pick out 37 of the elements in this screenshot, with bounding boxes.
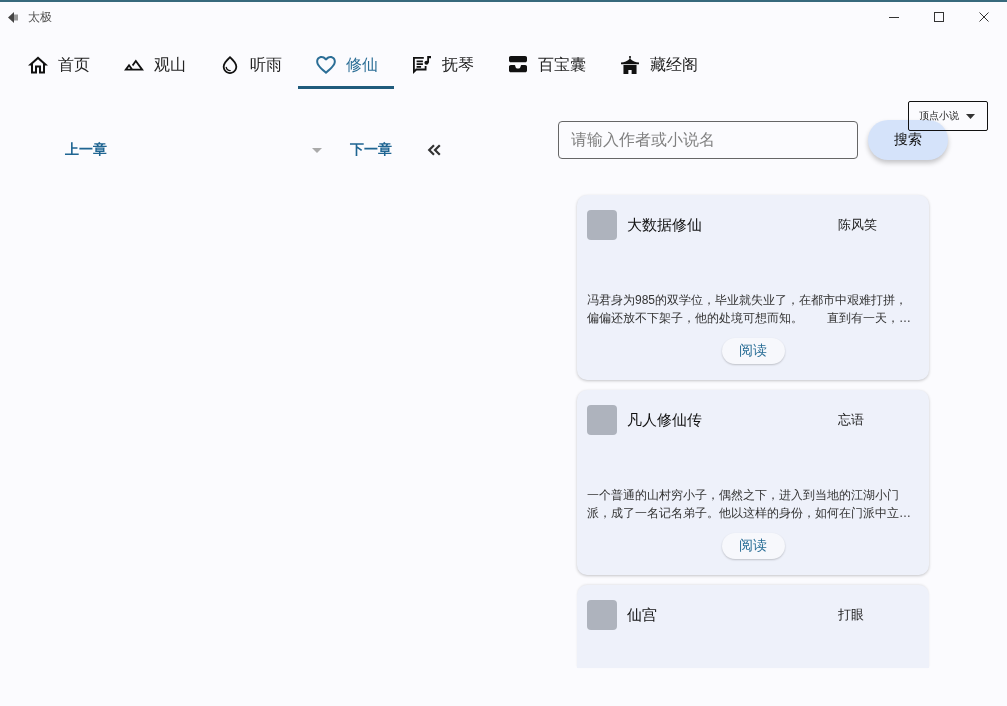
caret-down-icon xyxy=(966,113,975,119)
book-title: 凡人修仙传 xyxy=(627,410,702,430)
nav-tab[interactable]: 听雨 xyxy=(202,44,298,89)
read-button[interactable]: 阅读 xyxy=(721,533,785,559)
tray-icon xyxy=(508,56,528,74)
next-chapter-button[interactable]: 下一章 xyxy=(350,141,392,159)
book-author: 忘语 xyxy=(838,411,864,429)
book-author: 陈风笑 xyxy=(838,216,877,234)
music-note-document-icon xyxy=(412,56,432,74)
heart-icon xyxy=(316,56,336,74)
window-title: 太极 xyxy=(28,8,52,26)
temple-icon xyxy=(620,56,640,74)
nav-tab[interactable]: 观山 xyxy=(106,44,202,89)
source-dropdown[interactable]: 顶点小说 xyxy=(908,101,988,131)
book-cover-placeholder xyxy=(587,405,617,435)
nav-tab[interactable]: 藏经阁 xyxy=(602,44,714,89)
nav-tab[interactable]: 修仙 xyxy=(298,44,394,89)
book-cover-placeholder xyxy=(587,210,617,240)
book-description: 一个普通的山村穷小子，偶然之下，进入到当地的江湖小门派，成了一名记名弟子。他以这样的身份，如何在门派中立… xyxy=(587,487,912,522)
maximize-icon[interactable] xyxy=(934,12,944,22)
water-drop-icon xyxy=(220,56,240,74)
book-description: 冯君身为985的双学位，毕业就失业了，在都市中艰难打拼，偏偏还放不下架子，他的处境可想而知。 直到有一天，… xyxy=(587,292,912,327)
nav-tab[interactable]: 首页 xyxy=(10,44,106,89)
book-title: 仙宫 xyxy=(627,605,657,625)
close-icon[interactable] xyxy=(979,12,989,22)
speaker-icon xyxy=(8,11,19,23)
book-title: 大数据修仙 xyxy=(627,215,702,235)
home-icon xyxy=(28,56,48,74)
search-button[interactable]: 搜索 xyxy=(868,120,948,160)
nav-tab[interactable]: 百宝囊 xyxy=(490,44,602,89)
book-cover-placeholder xyxy=(587,600,617,630)
search-field[interactable]: 请输入作者或小说名 xyxy=(558,121,858,159)
read-button[interactable]: 阅读 xyxy=(721,338,785,364)
book-author: 打眼 xyxy=(838,606,864,624)
nav-tab[interactable]: 抚琴 xyxy=(394,44,490,89)
previous-chapter-button[interactable]: 上一章 xyxy=(65,141,107,159)
double-chevron-left-icon[interactable] xyxy=(427,144,441,156)
